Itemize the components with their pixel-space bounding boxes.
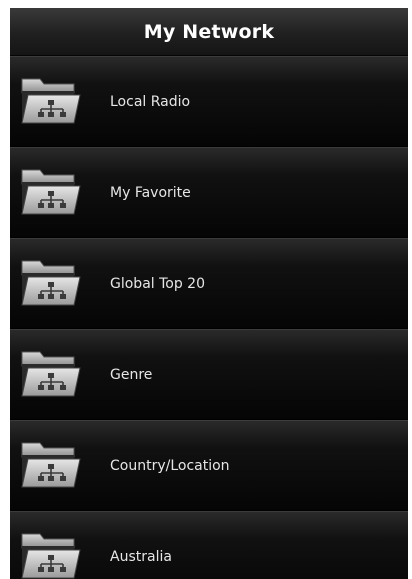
list-item-label: Australia <box>110 548 172 565</box>
network-folder-icon <box>18 344 84 406</box>
network-folder-icon <box>18 526 84 579</box>
page-title: My Network <box>143 20 275 43</box>
list-item-country-location[interactable]: Country/Location <box>10 420 408 511</box>
list-item-genre[interactable]: Genre <box>10 329 408 420</box>
list-item-label: My Favorite <box>110 184 191 201</box>
network-list: Local Radio My Favorite Global Top 20 Ge… <box>10 56 408 579</box>
network-folder-icon <box>18 253 84 315</box>
network-folder-icon <box>18 71 84 133</box>
list-item-label: Country/Location <box>110 457 230 474</box>
list-item-australia[interactable]: Australia <box>10 511 408 579</box>
list-item-label: Local Radio <box>110 93 191 110</box>
list-item-label: Global Top 20 <box>110 275 205 292</box>
list-item-local-radio[interactable]: Local Radio <box>10 56 408 147</box>
list-item-global-top-20[interactable]: Global Top 20 <box>10 238 408 329</box>
network-folder-icon <box>18 435 84 497</box>
app-screen: My Network Local Radio My Favorite Globa… <box>10 8 408 579</box>
network-folder-icon <box>18 162 84 224</box>
list-item-my-favorite[interactable]: My Favorite <box>10 147 408 238</box>
list-item-label: Genre <box>110 366 153 383</box>
title-bar: My Network <box>10 8 408 56</box>
